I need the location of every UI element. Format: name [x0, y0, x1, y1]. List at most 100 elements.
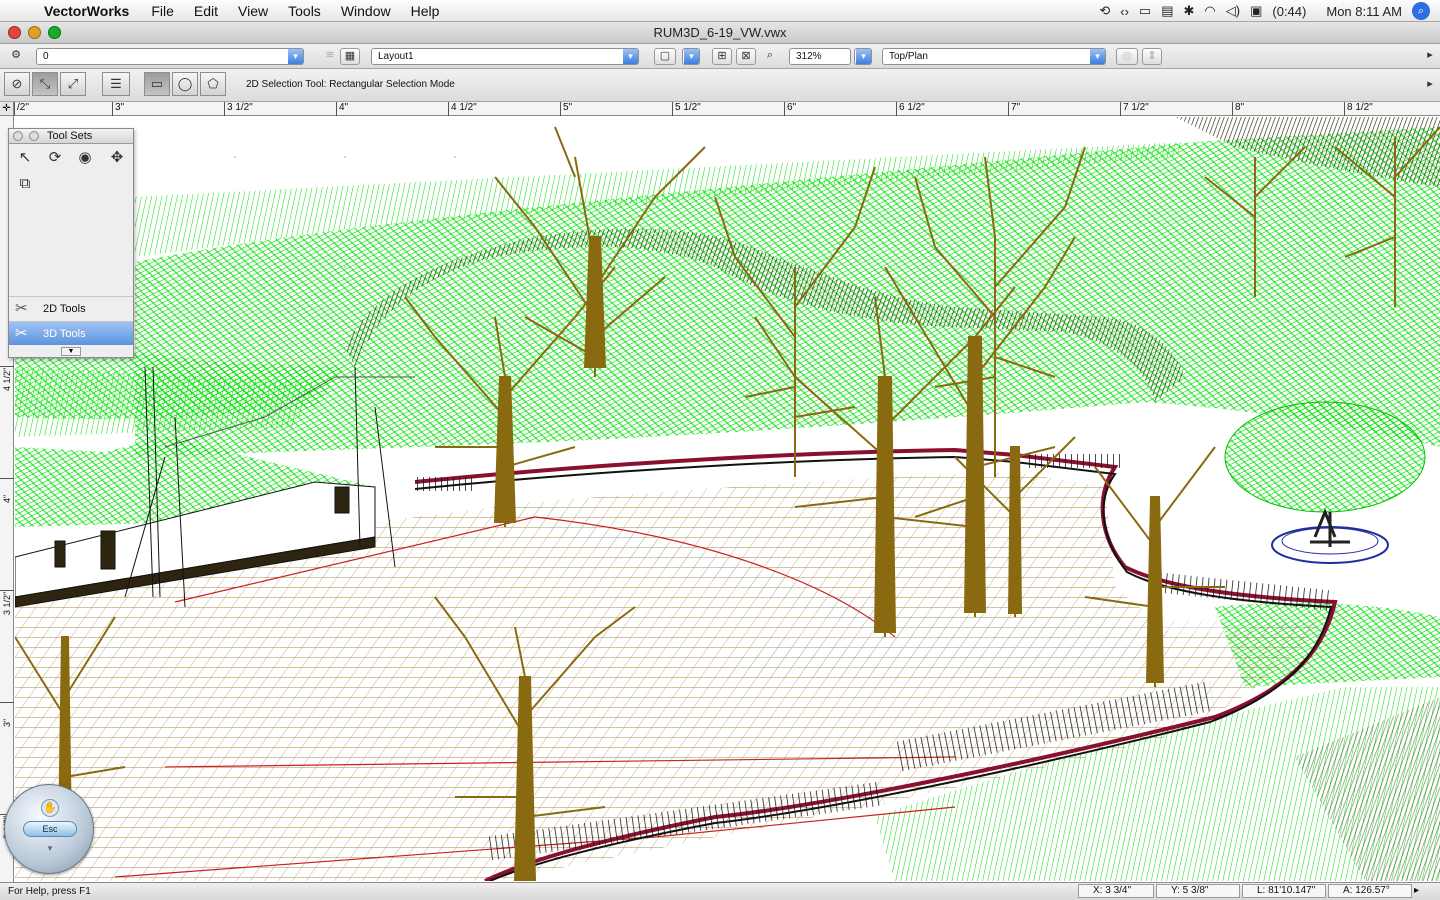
move-handles-icon[interactable]: ⤡	[32, 72, 58, 96]
ruler-label: 4"	[336, 102, 348, 116]
help-text: For Help, press F1	[8, 886, 91, 897]
tools-icon: ✂	[15, 300, 28, 317]
layers-icon[interactable]: ≋	[320, 48, 340, 65]
chevron-down-icon: ▾	[1090, 49, 1105, 64]
disable-snapping-icon[interactable]: ⊘	[4, 72, 30, 96]
ruler-label: 6 1/2"	[896, 102, 925, 116]
tools-icon: ✂	[15, 325, 28, 342]
tool-sets-palette[interactable]: Tool Sets ↖ ⟳ ◉ ✥ ⧉ ✂ 2D Tools ✂ 3D Tool…	[8, 128, 134, 358]
volume-icon[interactable]: ◁)	[1226, 3, 1240, 19]
align-icon[interactable]: ☰	[102, 72, 130, 96]
menu-file[interactable]: File	[141, 0, 184, 22]
3d-object-icon[interactable]: ⧉	[13, 173, 37, 195]
chevron-down-icon: ▾	[856, 49, 871, 64]
window-title: RUM3D_6-19_VW.vwx	[653, 25, 787, 40]
translate-view-icon[interactable]: ✥	[105, 147, 129, 169]
expand-arrow-icon[interactable]: ▸	[1420, 77, 1440, 94]
escape-button[interactable]: Esc	[23, 821, 77, 837]
escape-widget[interactable]: ✋ Esc ▾	[4, 784, 94, 874]
sync-icon[interactable]: ⟲	[1099, 3, 1110, 19]
ruler-label: 3"	[112, 102, 124, 116]
sheet-icon[interactable]: ▢	[654, 48, 676, 65]
status-bar: For Help, press F1 X: 3 3/4" Y: 5 3/8" L…	[0, 882, 1440, 900]
length-readout: L: 81'10.147"	[1242, 884, 1326, 898]
y-coordinate: Y: 5 3/8"	[1156, 884, 1240, 898]
ruler-label: /2"	[14, 102, 29, 116]
menu-app-name[interactable]: VectorWorks	[38, 0, 141, 22]
window-title-bar: RUM3D_6-19_VW.vwx	[0, 22, 1440, 44]
battery-icon[interactable]: ▣	[1250, 3, 1262, 19]
ruler-label: 5"	[560, 102, 572, 116]
ruler-label: 8"	[1232, 102, 1244, 116]
expand-arrow-icon[interactable]: ▸	[1414, 885, 1419, 896]
ruler-label: 3"	[0, 702, 14, 814]
view-value: Top/Plan	[889, 51, 928, 62]
chevron-down-icon[interactable]: ▼	[61, 347, 81, 356]
bluetooth-icon[interactable]: ✱	[1184, 3, 1195, 19]
zoom-popup[interactable]: ▾	[854, 48, 872, 65]
expand-arrow-icon[interactable]: ▸	[1420, 48, 1440, 65]
selection-tool-icon[interactable]: ↖	[13, 147, 37, 169]
fit-to-page-icon[interactable]: ⊠	[736, 48, 756, 65]
multiple-reshape-icon[interactable]: ⤢	[60, 72, 86, 96]
tool-message: 2D Selection Tool: Rectangular Selection…	[246, 79, 455, 90]
zoom-value: 312%	[796, 51, 822, 62]
polygon-selection-icon[interactable]: ⬠	[200, 72, 226, 96]
class-popup[interactable]: 0 ▾	[36, 48, 304, 65]
script-icon[interactable]: ‹›	[1120, 4, 1129, 19]
menu-edit[interactable]: Edit	[184, 0, 228, 22]
layer-options-icon[interactable]: ▦	[340, 48, 360, 65]
menu-help[interactable]: Help	[401, 0, 450, 22]
layer-popup[interactable]: Layout1 ▾	[371, 48, 639, 65]
walkway-lower	[715, 637, 1165, 677]
tool-set-2d[interactable]: ✂ 2D Tools	[9, 296, 133, 320]
render-mode-icon[interactable]: ◎	[1116, 48, 1138, 65]
tool-set-label: 2D Tools	[43, 303, 86, 315]
ruler-label: 3 1/2"	[224, 102, 253, 116]
flyover-tool-icon[interactable]: ⟳	[43, 147, 67, 169]
display-icon[interactable]: ▭	[1139, 3, 1151, 19]
menu-view[interactable]: View	[228, 0, 278, 22]
chevron-down-icon: ▾	[288, 49, 303, 64]
zoom-field[interactable]: 312%	[789, 48, 851, 65]
zoom-icon[interactable]: ⌕	[760, 48, 780, 65]
view-bar: ⚙ 0 ▾ ≋ ▦ Layout1 ▾ ▢ ▾ ⊞ ⊠ ⌕ 312% ▾ Top…	[0, 44, 1440, 69]
palette-title-bar[interactable]: Tool Sets	[9, 129, 133, 144]
palette-title: Tool Sets	[47, 130, 93, 142]
battery-time[interactable]: (0:44)	[1272, 4, 1306, 19]
fountain	[1271, 507, 1389, 564]
ruler-label: 4 1/2"	[448, 102, 477, 116]
chevron-down-icon: ▾	[47, 843, 53, 853]
layer-value: Layout1	[378, 51, 414, 62]
clock[interactable]: Mon 8:11 AM	[1326, 4, 1402, 19]
walkthrough-tool-icon[interactable]: ◉	[73, 147, 97, 169]
horizontal-ruler[interactable]: /2" 3" 3 1/2" 4" 4 1/2" 5" 5 1/2" 6" 6 1…	[14, 102, 1440, 116]
ruler-label: 5 1/2"	[672, 102, 701, 116]
palette-close-button[interactable]	[13, 131, 23, 141]
wireframe-scene[interactable]	[15, 117, 1440, 881]
wifi-icon[interactable]: ◠	[1204, 3, 1215, 19]
ruler-label: 7"	[1008, 102, 1020, 116]
menu-window[interactable]: Window	[331, 0, 401, 22]
fit-to-objects-icon[interactable]: ⊞	[712, 48, 732, 65]
rectangular-selection-icon[interactable]: ▭	[144, 72, 170, 96]
chevron-down-icon: ▾	[623, 49, 638, 64]
keyboard-icon[interactable]: ▤	[1161, 3, 1173, 19]
menu-bar: VectorWorks File Edit View Tools Window …	[0, 0, 1440, 22]
pointer-icon: ✋	[41, 799, 59, 817]
tool-set-3d[interactable]: ✂ 3D Tools	[9, 321, 133, 345]
render-popup-icon[interactable]: ⇕	[1142, 48, 1162, 65]
class-icon[interactable]: ⚙	[6, 48, 26, 65]
palette-collapse-button[interactable]	[29, 131, 39, 141]
tool-set-label: 3D Tools	[43, 328, 86, 340]
view-popup[interactable]: Top/Plan ▾	[882, 48, 1106, 65]
spotlight-icon[interactable]: ⌕	[1412, 2, 1430, 20]
ruler-origin-icon[interactable]: ✛	[0, 102, 14, 116]
sheet-popup[interactable]: ▾	[682, 48, 700, 65]
x-coordinate: X: 3 3/4"	[1078, 884, 1154, 898]
drawing-canvas[interactable]	[15, 117, 1440, 881]
lasso-selection-icon[interactable]: ◯	[172, 72, 198, 96]
mode-bar: ⊘ ⤡ ⤢ ☰ ▭ ◯ ⬠ 2D Selection Tool: Rectang…	[0, 69, 1440, 102]
menu-tools[interactable]: Tools	[278, 0, 331, 22]
ruler-label: 7 1/2"	[1120, 102, 1149, 116]
